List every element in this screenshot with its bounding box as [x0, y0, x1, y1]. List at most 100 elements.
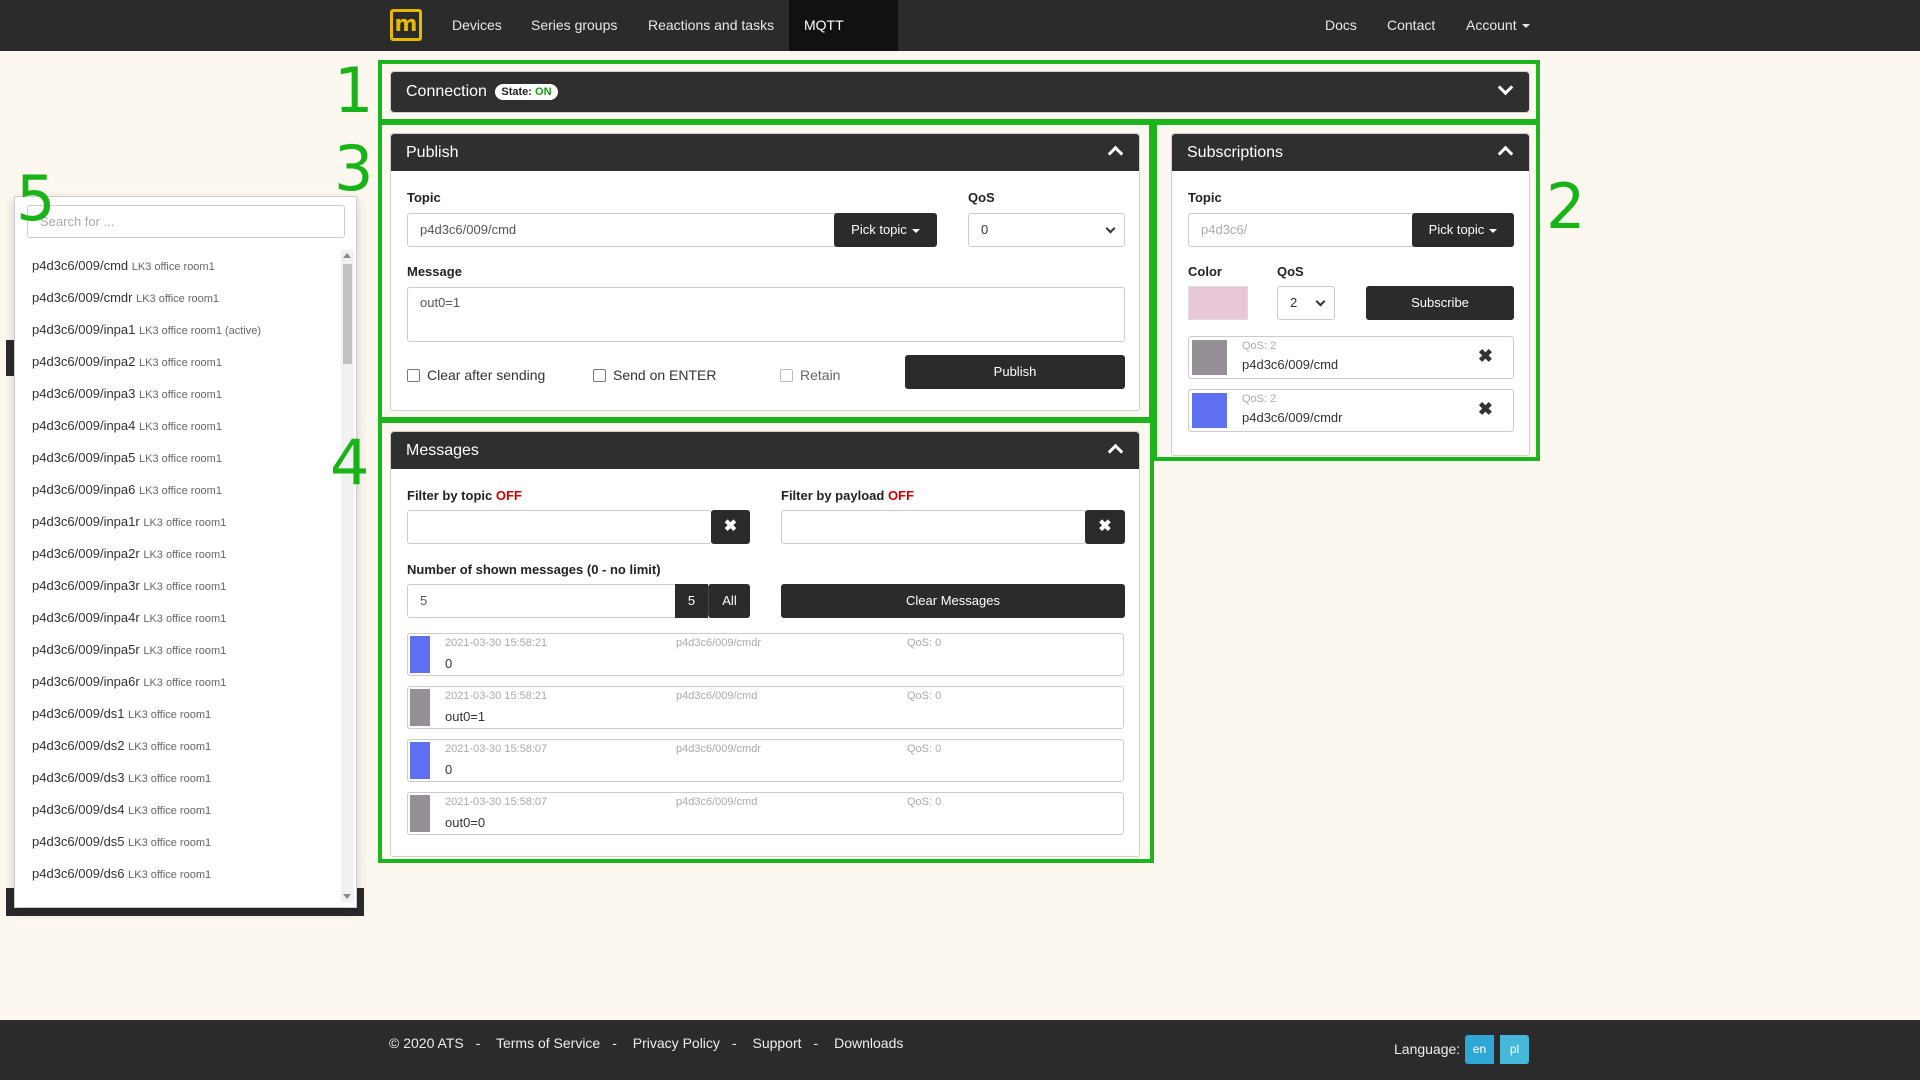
checkbox-icon — [593, 368, 606, 382]
nav-docs[interactable]: Docs — [1310, 0, 1372, 51]
subscriptions-title: Subscriptions — [1187, 144, 1284, 161]
footer-downloads-link[interactable]: Downloads — [834, 1035, 903, 1051]
language-pl-button[interactable]: pl — [1500, 1035, 1529, 1064]
checkbox-icon — [407, 368, 420, 382]
clear-filter-topic-button[interactable]: ✖ — [711, 510, 750, 544]
topic-list-item[interactable]: p4d3c6/009/inpa5 LK3 office room1 — [15, 442, 341, 474]
footer-terms-link[interactable]: Terms of Service — [496, 1035, 600, 1051]
scroll-down-icon[interactable] — [343, 894, 351, 899]
nav-devices[interactable]: Devices — [437, 0, 517, 51]
publish-qos-select[interactable]: 0 — [968, 213, 1125, 247]
publish-button[interactable]: Publish — [905, 355, 1125, 389]
footer-copyright: © 2020 ATS — [389, 1035, 464, 1051]
topic-list-item[interactable]: p4d3c6/009/inpa3r LK3 office room1 — [15, 570, 341, 602]
publish-topic-input[interactable]: p4d3c6/009/cmd — [407, 213, 837, 247]
shown-messages-input[interactable]: 5 — [407, 584, 677, 618]
close-icon: ✖ — [1098, 518, 1112, 535]
annotation-number: 1 — [334, 54, 374, 127]
connection-header[interactable]: Connection State: ON — [391, 72, 1529, 112]
shown-5-button[interactable]: 5 — [675, 584, 708, 618]
topic-list-item[interactable]: p4d3c6/009/cmd LK3 office room1 — [15, 250, 341, 282]
subscription-item[interactable]: QoS: 2 p4d3c6/009/cmd ✖ — [1188, 336, 1514, 379]
messages-header[interactable]: Messages — [391, 432, 1139, 469]
message-item: 2021-03-30 15:58:21 p4d3c6/009/cmd QoS: … — [407, 686, 1124, 729]
nav-reactions-and-tasks[interactable]: Reactions and tasks — [633, 0, 789, 51]
connection-state-badge: State: ON — [495, 83, 558, 100]
topic-list-item[interactable]: p4d3c6/009/inpa4 LK3 office room1 — [15, 410, 341, 442]
topic-list-item[interactable]: p4d3c6/009/inpa6r LK3 office room1 — [15, 666, 341, 698]
topic-list-item[interactable]: p4d3c6/009/inpa5r LK3 office room1 — [15, 634, 341, 666]
topic-list-item[interactable]: p4d3c6/009/ds6 LK3 office room1 — [15, 858, 341, 890]
send-on-enter-checkbox[interactable]: Send on ENTER — [593, 367, 717, 383]
subscribe-qos-label: QoS — [1277, 264, 1304, 279]
topic-list-item[interactable]: p4d3c6/009/inpa6 LK3 office room1 — [15, 474, 341, 506]
topic-list-item[interactable]: p4d3c6/009/inpa1 LK3 office room1 (activ… — [15, 314, 341, 346]
clear-after-sending-checkbox[interactable]: Clear after sending — [407, 367, 545, 383]
publish-header[interactable]: Publish — [391, 134, 1139, 171]
publish-panel: Publish Topic p4d3c6/009/cmd Pick topic … — [390, 133, 1140, 411]
topic-list-item[interactable]: p4d3c6/009/inpa4r LK3 office room1 — [15, 602, 341, 634]
topic-list-item[interactable]: p4d3c6/009/ds3 LK3 office room1 — [15, 762, 341, 794]
publish-pick-topic-button[interactable]: Pick topic — [834, 213, 937, 247]
message-color-swatch — [410, 795, 430, 832]
topic-list-item[interactable]: p4d3c6/009/inpa2 LK3 office room1 — [15, 346, 341, 378]
chevron-up-icon[interactable] — [1107, 145, 1124, 162]
message-item: 2021-03-30 15:58:21 p4d3c6/009/cmdr QoS:… — [407, 633, 1124, 676]
close-icon[interactable]: ✖ — [1478, 346, 1493, 367]
footer-support-link[interactable]: Support — [752, 1035, 801, 1051]
footer-privacy-link[interactable]: Privacy Policy — [633, 1035, 720, 1051]
filter-payload-label: Filter by payload OFF — [781, 488, 914, 503]
topic-list-item[interactable]: p4d3c6/009/inpa3 LK3 office room1 — [15, 378, 341, 410]
chevron-up-icon[interactable] — [1107, 443, 1124, 460]
publish-topic-label: Topic — [407, 190, 441, 205]
language-en-button[interactable]: en — [1465, 1035, 1494, 1064]
annotation-number: 4 — [330, 426, 370, 499]
publish-title: Publish — [406, 144, 459, 161]
scrollbar-thumb[interactable] — [343, 264, 352, 364]
subscribe-topic-input[interactable]: p4d3c6/ — [1188, 213, 1418, 247]
nav-account[interactable]: Account — [1451, 0, 1545, 51]
checkbox-icon — [780, 368, 793, 382]
topic-list-item[interactable]: p4d3c6/009/inpa1r LK3 office room1 — [15, 506, 341, 538]
publish-message-textarea[interactable]: out0=1 — [407, 287, 1125, 342]
topic-search-input[interactable]: Search for ... — [27, 205, 345, 238]
topic-list-item[interactable]: p4d3c6/009/ds2 LK3 office room1 — [15, 730, 341, 762]
subscription-item[interactable]: QoS: 2 p4d3c6/009/cmdr ✖ — [1188, 389, 1514, 432]
chevron-up-icon[interactable] — [1497, 145, 1514, 162]
messages-title: Messages — [406, 442, 479, 459]
top-navbar: m Devices Series groups Reactions and ta… — [0, 0, 1920, 84]
topic-list-item[interactable]: p4d3c6/009/ds5 LK3 office room1 — [15, 826, 341, 858]
nav-mqtt-client[interactable]: MQTT Client — [789, 0, 898, 84]
subscribe-pick-topic-button[interactable]: Pick topic — [1412, 213, 1514, 247]
annotation-number: 2 — [1546, 170, 1586, 243]
message-item: 2021-03-30 15:58:07 p4d3c6/009/cmd QoS: … — [407, 792, 1124, 835]
retain-checkbox[interactable]: Retain — [780, 367, 840, 383]
nav-series-groups[interactable]: Series groups — [516, 0, 632, 51]
filter-payload-input[interactable] — [781, 510, 1086, 544]
clear-filter-payload-button[interactable]: ✖ — [1085, 510, 1125, 544]
topic-list-item[interactable]: p4d3c6/009/ds1 LK3 office room1 — [15, 698, 341, 730]
message-item: 2021-03-30 15:58:07 p4d3c6/009/cmdr QoS:… — [407, 739, 1124, 782]
clear-messages-button[interactable]: Clear Messages — [781, 584, 1125, 618]
message-color-swatch — [410, 636, 430, 673]
topic-list-item[interactable]: p4d3c6/009/inpa2r LK3 office room1 — [15, 538, 341, 570]
nav-contact[interactable]: Contact — [1372, 0, 1450, 51]
topic-list-item[interactable]: p4d3c6/009/ds4 LK3 office room1 — [15, 794, 341, 826]
chevron-down-icon[interactable] — [1497, 79, 1514, 96]
caret-down-icon — [1521, 24, 1530, 29]
scroll-up-icon[interactable] — [343, 253, 351, 258]
topic-list-item[interactable]: p4d3c6/009/cmdr LK3 office room1 — [15, 282, 341, 314]
publish-message-label: Message — [407, 264, 462, 279]
topic-list: p4d3c6/009/cmd LK3 office room1 p4d3c6/00… — [15, 250, 341, 890]
subscribe-qos-select[interactable]: 2 — [1277, 286, 1335, 320]
subscriptions-header[interactable]: Subscriptions — [1172, 134, 1529, 171]
filter-topic-input[interactable] — [407, 510, 712, 544]
annotation-number: 5 — [16, 162, 56, 235]
app-logo[interactable]: m — [390, 9, 422, 41]
topic-list-scrollbar[interactable] — [341, 250, 354, 902]
shown-all-button[interactable]: All — [708, 584, 750, 618]
subscribe-button[interactable]: Subscribe — [1366, 286, 1514, 320]
footer-links: © 2020 ATS - Terms of Service - Privacy Po… — [389, 1035, 904, 1051]
subscribe-color-picker[interactable] — [1188, 286, 1248, 320]
close-icon[interactable]: ✖ — [1478, 399, 1493, 420]
